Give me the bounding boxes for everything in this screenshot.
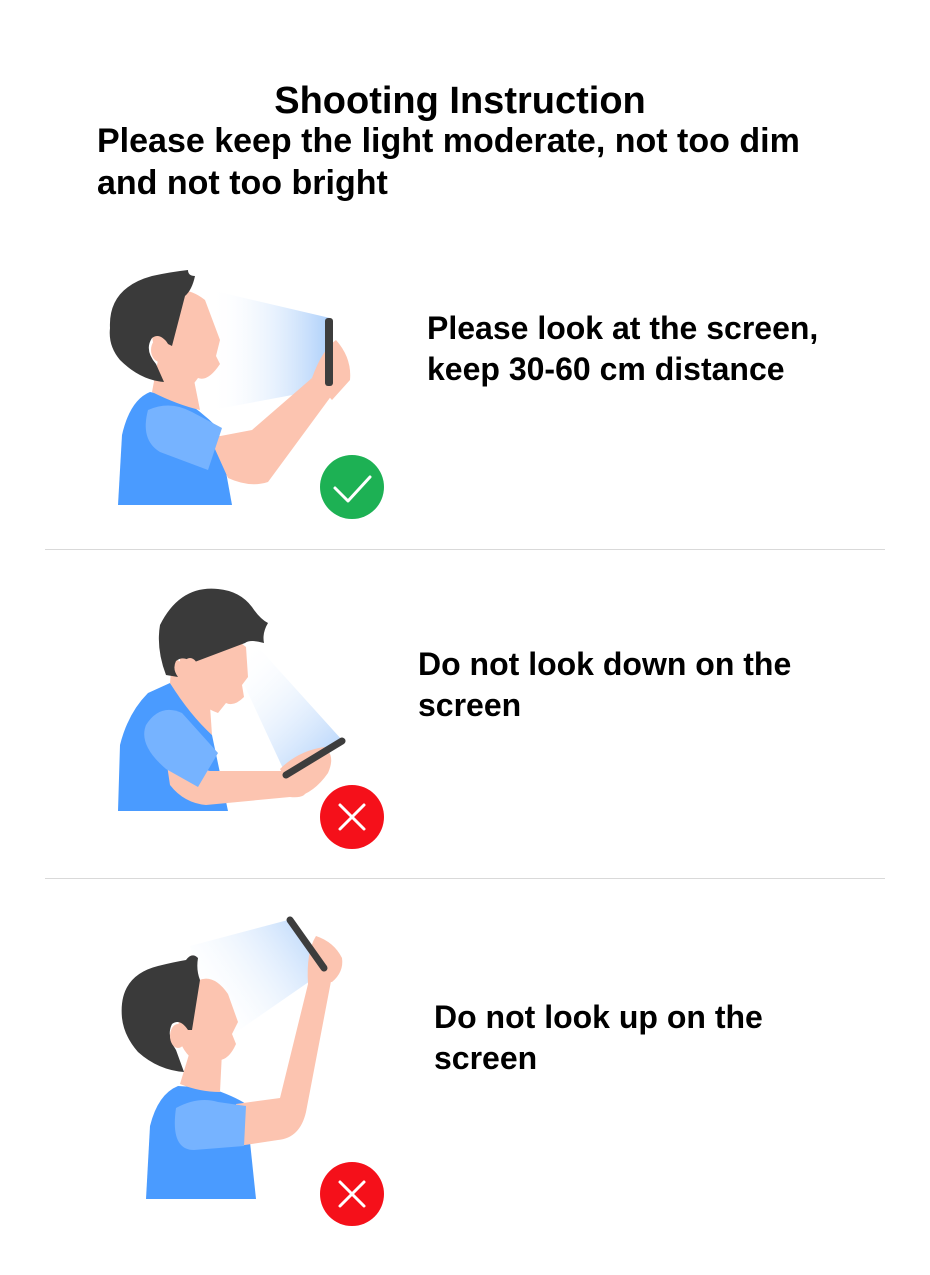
ear	[151, 338, 169, 362]
divider	[45, 549, 885, 550]
status-correct	[320, 455, 384, 519]
divider	[45, 878, 885, 879]
hand	[307, 936, 343, 984]
tip-text: Please look at the screen, keep 30-60 cm…	[427, 310, 819, 387]
tip-text: Do not look up on the screen	[434, 999, 763, 1076]
cross-icon	[338, 803, 366, 831]
person-looking-up-illustration	[121, 916, 343, 1199]
check-icon	[333, 475, 372, 503]
page-title: Shooting Instruction	[274, 80, 646, 123]
cross-icon	[338, 1180, 366, 1208]
status-wrong	[320, 785, 384, 849]
tip-text: Do not look down on the screen	[418, 646, 792, 723]
phone	[325, 318, 333, 386]
status-wrong	[320, 1162, 384, 1226]
ear	[170, 1024, 186, 1048]
person-looking-down-illustration	[118, 588, 346, 811]
sleeve	[174, 1100, 246, 1150]
light-instruction: Please keep the light moderate, not too …	[97, 122, 800, 202]
ear	[182, 658, 198, 680]
